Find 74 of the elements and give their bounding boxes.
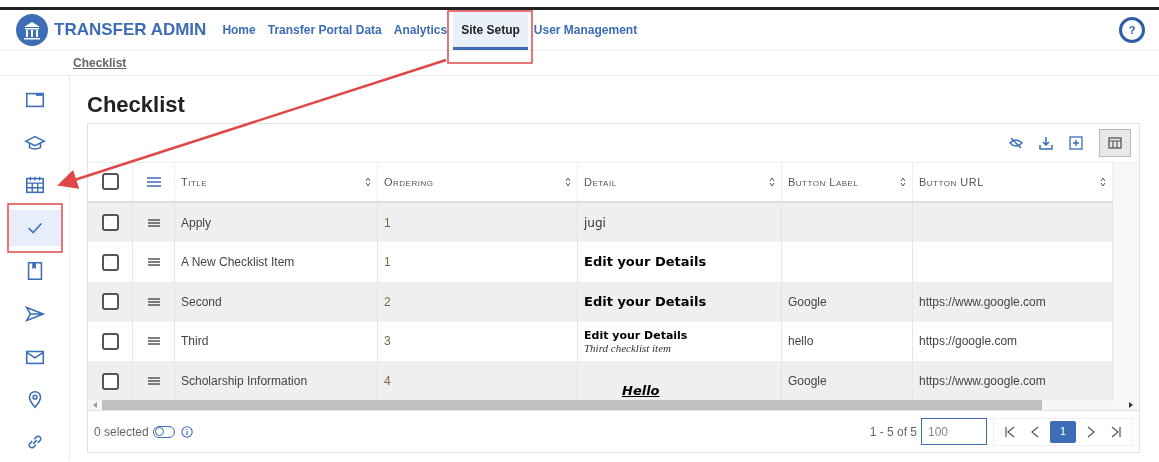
scroll-right-icon[interactable] bbox=[1129, 402, 1133, 408]
row-checkbox[interactable] bbox=[101, 253, 119, 271]
sort-icon[interactable] bbox=[900, 176, 906, 187]
table-cell-text: Edit your Details bbox=[584, 328, 689, 342]
breadcrumb-link[interactable]: Checklist bbox=[73, 54, 127, 72]
select-all-checkbox[interactable] bbox=[101, 173, 119, 191]
drag-handle-icon[interactable] bbox=[147, 218, 160, 227]
download-icon[interactable] bbox=[1039, 136, 1053, 150]
add-icon[interactable] bbox=[1069, 136, 1083, 150]
row-checkbox[interactable] bbox=[101, 332, 119, 350]
sidebar-item[interactable] bbox=[8, 210, 61, 247]
table-cell-text: 3 bbox=[384, 333, 392, 351]
next-page-icon[interactable] bbox=[1086, 425, 1096, 438]
table-icon bbox=[1108, 137, 1122, 149]
column-header[interactable]: Title bbox=[181, 173, 365, 191]
table-cell-text: hello bbox=[788, 333, 815, 351]
drag-handle-icon[interactable] bbox=[147, 297, 160, 306]
table-cell-text: A New Checklist Item bbox=[181, 254, 296, 272]
page-range: 1 - 5 of 5 bbox=[869, 423, 917, 441]
table-cell-text: https://www.google.com bbox=[919, 293, 1047, 311]
table-cell-text: Second bbox=[181, 293, 223, 311]
page-button[interactable]: 1 bbox=[1050, 420, 1076, 443]
table-cell-text: 4 bbox=[384, 373, 392, 390]
help-button[interactable]: ? bbox=[1119, 17, 1145, 43]
selection-count: 0 selected bbox=[94, 423, 149, 441]
table-cell-text: Apply bbox=[181, 214, 213, 232]
drag-handle-icon[interactable] bbox=[147, 337, 160, 346]
table-cell-text: 1 bbox=[384, 214, 392, 232]
nav-tab[interactable]: User Management bbox=[527, 10, 644, 50]
hide-columns-icon[interactable] bbox=[1009, 136, 1023, 150]
drag-handle-icon[interactable] bbox=[147, 258, 160, 267]
sort-icon[interactable] bbox=[1100, 176, 1106, 187]
page-size-field[interactable]: 100 bbox=[921, 418, 987, 445]
row-checkbox[interactable] bbox=[101, 214, 119, 232]
column-header[interactable]: Button Label bbox=[788, 173, 900, 191]
info-icon[interactable] bbox=[180, 425, 193, 438]
sort-icon[interactable] bbox=[365, 176, 371, 187]
table-cell-text: Edit your Details bbox=[584, 253, 708, 272]
highlight-box bbox=[7, 203, 63, 253]
table-cell-text: https://www.google.com bbox=[919, 373, 1047, 390]
first-page-icon[interactable] bbox=[1004, 425, 1016, 438]
scrollbar[interactable] bbox=[102, 400, 1042, 410]
table-cell-text: Edit your Details bbox=[584, 293, 708, 312]
table-cell-text: Scholarship Information bbox=[181, 373, 309, 390]
row-checkbox[interactable] bbox=[101, 293, 119, 311]
toggle-switch[interactable] bbox=[152, 425, 175, 438]
logo-icon bbox=[16, 14, 48, 46]
table-cell-text: Third checklist item bbox=[584, 341, 672, 354]
scroll-left-icon[interactable] bbox=[93, 402, 97, 408]
columns-button[interactable] bbox=[1099, 129, 1131, 157]
nav-tab[interactable]: Analytics bbox=[387, 10, 454, 50]
page-title: Checklist bbox=[87, 90, 186, 119]
table-cell-text: Google bbox=[788, 293, 828, 311]
column-header[interactable]: Button URL bbox=[919, 173, 1100, 191]
sort-icon[interactable] bbox=[565, 176, 571, 187]
nav-tab[interactable]: Home bbox=[216, 10, 262, 50]
nav-tab[interactable]: Site Setup bbox=[453, 10, 528, 50]
table-cell-text: 2 bbox=[384, 293, 392, 311]
table-cell-text: Google bbox=[788, 373, 828, 390]
menu-icon[interactable] bbox=[146, 176, 161, 187]
table-cell-text: Third bbox=[181, 333, 210, 351]
previous-page-icon[interactable] bbox=[1030, 425, 1040, 438]
column-header[interactable]: Ordering bbox=[384, 173, 565, 191]
nav-tab[interactable]: Transfer Portal Data bbox=[261, 10, 388, 50]
table-cell-text: 1 bbox=[384, 254, 392, 272]
drag-handle-icon[interactable] bbox=[147, 377, 160, 385]
last-page-icon[interactable] bbox=[1110, 425, 1122, 438]
table-cell-text: Hello bbox=[622, 382, 661, 400]
row-checkbox[interactable] bbox=[101, 372, 119, 390]
column-header[interactable]: Detail bbox=[584, 173, 769, 191]
table-cell-text: jugi bbox=[584, 214, 607, 232]
app-title: TRANSFER ADMIN bbox=[54, 19, 207, 42]
sort-icon[interactable] bbox=[769, 176, 775, 187]
table-cell-text: https://google.com bbox=[919, 333, 1019, 351]
